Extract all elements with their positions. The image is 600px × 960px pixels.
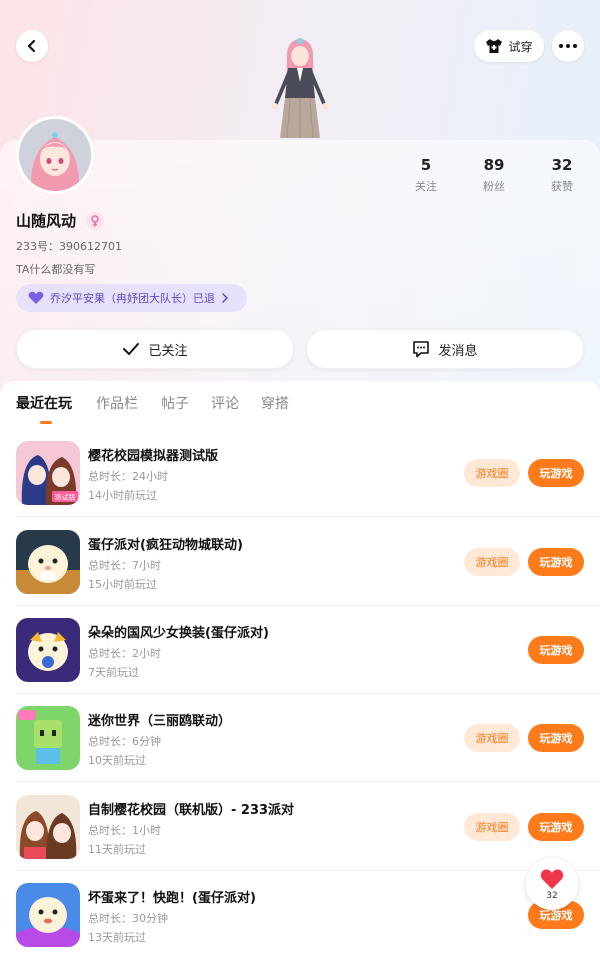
game-row[interactable]: 自制樱花校园（联机版）- 233派对 总时长：1小时 11天前玩过 游戏圈 玩游… [0, 795, 600, 883]
username: 山随风动 [16, 212, 77, 230]
heart-badge-icon [28, 291, 44, 304]
play-game-button[interactable]: 玩游戏 [528, 724, 584, 752]
stat-followers-label: 粉丝 [483, 180, 505, 193]
game-name: 蛋仔派对(疯狂动物城联动) [88, 538, 243, 553]
game-duration: 总时长：1小时 [88, 824, 161, 837]
follow-button[interactable]: 已关注 [16, 329, 294, 369]
fan-group-badge-label: 乔汐平安果（冉妤团大队长）已退 [50, 292, 215, 305]
tab-recently-played[interactable]: 最近在玩 [16, 393, 72, 413]
fan-group-badge[interactable]: 乔汐平安果（冉妤团大队长）已退 [16, 284, 247, 312]
stat-likes-label: 获赞 [551, 180, 573, 193]
game-name: 迷你世界（三丽鸥联动） [88, 714, 232, 729]
stat-following-value: 5 [420, 156, 432, 174]
female-gender-icon [86, 212, 104, 230]
game-row[interactable]: 蛋仔派对(疯狂动物城联动) 总时长：7小时 15小时前玩过 游戏圈 玩游戏 [0, 530, 600, 618]
game-duration: 总时长：24小时 [88, 470, 168, 483]
game-name: 自制樱花校园（联机版）- 233派对 [88, 803, 295, 818]
svg-text:测试版: 测试版 [55, 493, 76, 502]
game-last-played: 7天前玩过 [88, 666, 139, 679]
game-circle-button[interactable]: 游戏圈 [464, 548, 520, 576]
game-duration: 总时长：6分钟 [88, 735, 161, 748]
game-icon [16, 618, 80, 682]
play-game-button[interactable]: 玩游戏 [528, 459, 584, 487]
shirt-icon [486, 39, 503, 53]
tab-comments[interactable]: 评论 [211, 393, 239, 413]
stat-followers-value: 89 [483, 156, 505, 174]
check-icon [123, 343, 140, 355]
game-last-played: 11天前玩过 [88, 843, 146, 856]
tab-works[interactable]: 作品栏 [96, 393, 138, 413]
game-icon [16, 795, 80, 859]
game-name: 朵朵的国风少女换装(蛋仔派对) [88, 626, 269, 641]
game-icon [16, 530, 80, 594]
game-icon: 测试版 [16, 441, 80, 505]
follow-button-label: 已关注 [148, 343, 188, 359]
game-circle-button[interactable]: 游戏圈 [464, 724, 520, 752]
like-floating-button[interactable]: 32 [526, 858, 578, 910]
game-icon [16, 706, 80, 770]
game-name: 樱花校园模拟器测试版 [88, 449, 219, 464]
game-row[interactable]: 测试版 樱花校园模拟器测试版 总时长：24小时 14小时前玩过 游戏圈 玩游戏 [0, 441, 600, 529]
tab-outfits[interactable]: 穿搭 [261, 393, 289, 413]
game-last-played: 13天前玩过 [88, 931, 146, 944]
game-last-played: 14小时前玩过 [88, 489, 157, 502]
row-divider [16, 781, 600, 782]
avatar-image [19, 119, 91, 191]
game-row[interactable]: 朵朵的国风少女换装(蛋仔派对) 总时长：2小时 7天前玩过 玩游戏 [0, 618, 600, 706]
try-on-label: 试穿 [508, 39, 533, 54]
row-divider [16, 870, 600, 871]
row-divider [16, 693, 600, 694]
row-divider [16, 516, 600, 517]
back-icon [27, 39, 36, 53]
back-button[interactable] [16, 30, 48, 62]
game-circle-button[interactable]: 游戏圈 [464, 813, 520, 841]
user-bio: TA什么都没有写 [16, 263, 96, 276]
play-game-button[interactable]: 玩游戏 [528, 813, 584, 841]
stat-likes[interactable]: 32 获赞 [532, 156, 592, 194]
play-game-button[interactable]: 玩游戏 [528, 548, 584, 576]
stat-followers[interactable]: 89 粉丝 [464, 156, 524, 194]
game-last-played: 10天前玩过 [88, 754, 146, 767]
game-row[interactable]: 迷你世界（三丽鸥联动） 总时长：6分钟 10天前玩过 游戏圈 玩游戏 [0, 706, 600, 794]
game-icon [16, 883, 80, 947]
tab-posts[interactable]: 帖子 [161, 393, 189, 413]
play-game-button[interactable]: 玩游戏 [528, 636, 584, 664]
game-row[interactable]: 坏蛋来了！快跑！(蛋仔派对) 总时长：30分钟 13天前玩过 玩游戏 [0, 883, 600, 960]
more-icon [559, 44, 577, 48]
message-button-label: 发消息 [438, 343, 478, 359]
avatar-3d-figure[interactable] [258, 34, 342, 144]
row-divider [16, 605, 600, 606]
game-last-played: 15小时前玩过 [88, 578, 157, 591]
game-name: 坏蛋来了！快跑！(蛋仔派对) [88, 891, 256, 906]
stat-following-label: 关注 [415, 180, 437, 193]
game-circle-button[interactable]: 游戏圈 [464, 459, 520, 487]
stat-following[interactable]: 5 关注 [396, 156, 456, 194]
game-duration: 总时长：30分钟 [88, 912, 168, 925]
avatar[interactable] [16, 116, 94, 194]
chat-bubble-icon [413, 341, 430, 358]
game-duration: 总时长：2小时 [88, 647, 161, 660]
chevron-right-icon [222, 293, 229, 303]
stat-likes-value: 32 [551, 156, 573, 174]
like-count: 32 [546, 890, 558, 901]
more-button[interactable] [552, 30, 584, 62]
active-tab-indicator [40, 421, 52, 424]
message-button[interactable]: 发消息 [306, 329, 584, 369]
heart-icon [540, 868, 564, 889]
user-id: 233号：390612701 [16, 240, 122, 253]
try-on-button[interactable]: 试穿 [474, 30, 544, 62]
game-duration: 总时长：7小时 [88, 559, 161, 572]
